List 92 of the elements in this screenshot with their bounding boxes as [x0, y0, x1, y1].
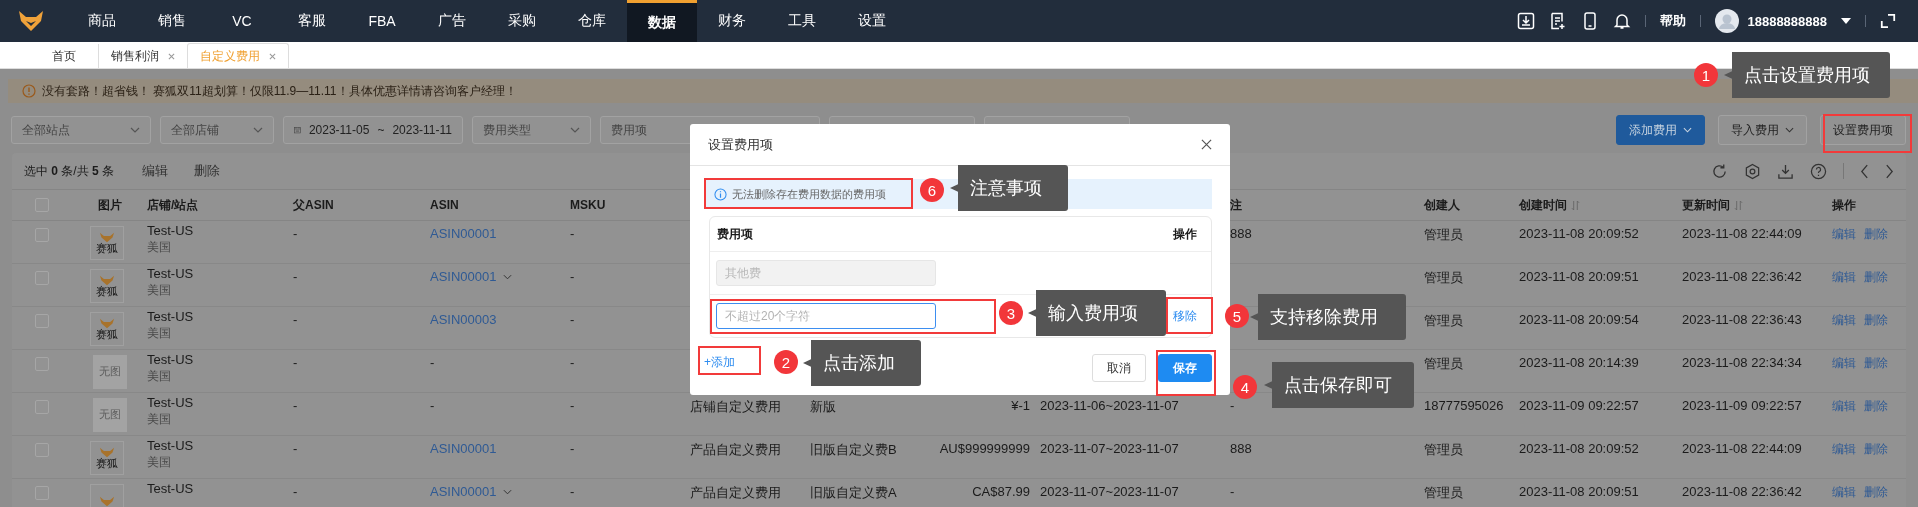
- table-cell: 2023-11-08 20:09:52: [1519, 226, 1639, 241]
- info-text: 无法删除存在费用数据的费用项: [732, 186, 886, 202]
- callout-tooltip: 点击设置费用项: [1724, 52, 1890, 98]
- table-cell: -: [570, 269, 575, 284]
- table-cell: -: [293, 398, 298, 413]
- selection-count: 选中 0 条/共 5 条: [24, 162, 115, 180]
- table-cell: -: [430, 398, 435, 413]
- table-cell: 888: [1230, 441, 1252, 456]
- table-cell: 2023-11-08 20:09:54: [1519, 312, 1639, 327]
- table-cell: -: [293, 226, 298, 241]
- site-label: 美国: [147, 411, 171, 428]
- column-header: MSKU: [570, 198, 606, 212]
- site-label: 美国: [147, 239, 171, 256]
- table-cell: -: [570, 398, 575, 413]
- table-cell: -: [293, 484, 298, 499]
- column-header: 图片: [97, 196, 122, 214]
- table-cell: -: [570, 226, 575, 241]
- table-cell: 店铺自定义费用: [690, 398, 781, 416]
- callout-tooltip: 注意事项: [950, 165, 1068, 211]
- table-cell: -: [570, 312, 575, 327]
- table-cell: 产品自定义费用: [690, 484, 781, 502]
- table-cell: AU$999999999: [939, 441, 1030, 456]
- column-header: 注: [1230, 196, 1242, 214]
- thumbnail-caption: 无图: [98, 409, 121, 421]
- table-cell: 2023-11-08 20:09:51: [1519, 269, 1639, 284]
- table-cell: 管理员: [1424, 269, 1463, 287]
- table-cell: 2023-11-09 09:22:57: [1519, 398, 1639, 413]
- site-label: 美国: [147, 282, 171, 299]
- table-cell: 2023-11-08 22:34:34: [1682, 355, 1802, 370]
- dialog-title: 设置费用项: [708, 135, 773, 154]
- column-header: 操作: [1173, 225, 1197, 243]
- thumbnail-caption: 赛狐: [96, 457, 118, 470]
- column-header: 创建人: [1424, 196, 1460, 214]
- callout-tooltip: 点击保存即可: [1264, 362, 1414, 408]
- table-cell: 2023-11-08 22:36:42: [1682, 484, 1802, 499]
- thumbnail-caption: 无图: [98, 366, 121, 378]
- notice-text: 没有套路！超省钱！ 赛狐双11超划算！仅限11.9—11.11！具体优惠详情请咨询客户经理！: [42, 82, 517, 100]
- table-cell: -: [293, 269, 298, 284]
- site-label: 美国: [147, 325, 171, 342]
- table-cell: 2023-11-07~2023-11-07: [1040, 484, 1179, 499]
- table-cell: 新版: [810, 398, 836, 416]
- site-label: 美国: [147, 454, 171, 471]
- table-cell: -: [293, 441, 298, 456]
- callout-tooltip: 输入费用项: [1028, 290, 1166, 336]
- store-name: Test-US: [147, 438, 194, 453]
- table-cell: 产品自定义费用: [690, 441, 781, 459]
- table-cell: 888: [1230, 226, 1252, 241]
- table-cell: 2023-11-08 22:44:09: [1682, 441, 1802, 456]
- column-header: 费用项: [717, 225, 753, 243]
- table-cell: 管理员: [1424, 312, 1463, 330]
- table-cell: 2023-11-08 22:36:43: [1682, 312, 1802, 327]
- table-cell: 旧版自定义费A: [810, 484, 897, 502]
- store-name: Test-US: [147, 352, 194, 367]
- site-label: 美国: [147, 368, 171, 385]
- column-header: 店铺/站点: [147, 196, 199, 214]
- thumbnail-caption: 赛狐: [96, 285, 118, 298]
- table-cell: 2023-11-07~2023-11-07: [1040, 441, 1179, 456]
- table-cell: -: [430, 355, 435, 370]
- table-cell: 管理员: [1424, 226, 1463, 244]
- table-cell: -: [570, 441, 575, 456]
- table-cell: 2023-11-08 20:14:39: [1519, 355, 1639, 370]
- table-cell: 18777595026: [1424, 398, 1504, 413]
- table-cell: -: [570, 355, 575, 370]
- thumbnail-caption: 赛狐: [96, 328, 118, 341]
- table-cell: 管理员: [1424, 441, 1463, 459]
- store-name: Test-US: [147, 481, 194, 496]
- table-cell: ¥-1: [1011, 398, 1030, 413]
- table-cell: 旧版自定义费B: [810, 441, 897, 459]
- table-cell: 管理员: [1424, 484, 1463, 502]
- table-cell: -: [1230, 484, 1235, 499]
- table-cell: 2023-11-09 09:22:57: [1682, 398, 1802, 413]
- callout-tooltip: 点击添加: [803, 340, 921, 386]
- table-cell: 2023-11-08 22:36:42: [1682, 269, 1802, 284]
- table-cell: 管理员: [1424, 355, 1463, 373]
- store-name: Test-US: [147, 309, 194, 324]
- column-header: 父ASIN: [293, 196, 334, 214]
- store-name: Test-US: [147, 223, 194, 238]
- table-cell: CA$87.99: [972, 484, 1030, 499]
- table-cell: -: [293, 355, 298, 370]
- table-cell: 2023-11-06~2023-11-07: [1040, 398, 1179, 413]
- thumbnail-caption: 赛狐: [96, 242, 118, 255]
- store-name: Test-US: [147, 395, 194, 410]
- table-cell: -: [293, 312, 298, 327]
- table-cell: 2023-11-08 22:44:09: [1682, 226, 1802, 241]
- callout-tooltip: 支持移除费用: [1250, 294, 1406, 340]
- table-cell: -: [570, 484, 575, 499]
- table-cell: -: [1230, 398, 1235, 413]
- store-name: Test-US: [147, 266, 194, 281]
- table-cell: 2023-11-08 20:09:52: [1519, 441, 1639, 456]
- column-header: 操作: [1832, 196, 1856, 214]
- column-header: ASIN: [430, 198, 459, 212]
- table-cell: 2023-11-08 20:09:51: [1519, 484, 1639, 499]
